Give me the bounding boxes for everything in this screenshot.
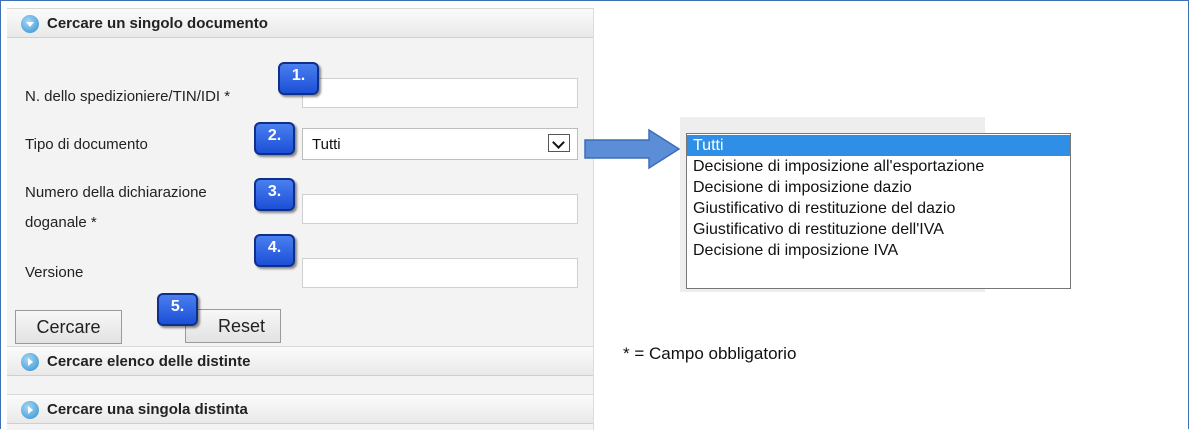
option-item[interactable]: Decisione di imposizione dazio: [687, 177, 1070, 198]
forwarder-input[interactable]: [302, 78, 578, 108]
chevron-down-circle-icon: [21, 15, 39, 33]
section-title: Cercare elenco delle distinte: [47, 353, 251, 370]
doc-type-options-list: Tutti Decisione di imposizione all'espor…: [686, 133, 1071, 289]
chevron-right-circle-icon: [21, 401, 39, 419]
required-field-note: * = Campo obbligatorio: [623, 344, 797, 363]
declaration-number-input[interactable]: [302, 194, 578, 224]
step-badge-3: 3.: [254, 178, 295, 211]
option-item[interactable]: Decisione di imposizione IVA: [687, 240, 1070, 261]
declaration-label-line2: doganale *: [25, 214, 97, 231]
section-title: Cercare un singolo documento: [47, 15, 268, 32]
option-item[interactable]: Giustificativo di restituzione del dazio: [687, 198, 1070, 219]
option-item[interactable]: Tutti: [687, 135, 1070, 156]
section-header-single-document[interactable]: Cercare un singolo documento: [7, 8, 593, 38]
dropdown-popup: Tutti Decisione di imposizione all'espor…: [680, 117, 1071, 292]
step-badge-1: 1.: [278, 62, 319, 95]
doc-type-label: Tipo di documento: [25, 136, 148, 153]
version-input[interactable]: [302, 258, 578, 288]
declaration-label-line1: Numero della dichiarazione: [25, 184, 207, 201]
doc-type-select[interactable]: Tutti: [302, 128, 578, 160]
chevron-right-circle-icon: [21, 353, 39, 371]
chevron-down-icon[interactable]: [548, 134, 570, 152]
step-badge-2: 2.: [254, 122, 295, 155]
doc-type-selected-value: Tutti: [312, 136, 341, 153]
forwarder-label: N. dello spedizioniere/TIN/IDI *: [25, 88, 231, 105]
option-item[interactable]: Decisione di imposizione all'esportazion…: [687, 156, 1070, 177]
version-label: Versione: [25, 264, 84, 281]
section-title: Cercare una singola distinta: [47, 401, 248, 418]
section-header-single-statement[interactable]: Cercare una singola distinta: [7, 394, 593, 424]
step-badge-4: 4.: [254, 234, 295, 267]
step-badge-5: 5.: [157, 293, 198, 326]
section-header-list-statements[interactable]: Cercare elenco delle distinte: [7, 346, 593, 376]
option-item[interactable]: Giustificativo di restituzione dell'IVA: [687, 219, 1070, 240]
reset-button[interactable]: Reset: [185, 309, 281, 343]
arrow-right-icon: [584, 128, 681, 170]
search-button[interactable]: Cercare: [15, 310, 122, 344]
